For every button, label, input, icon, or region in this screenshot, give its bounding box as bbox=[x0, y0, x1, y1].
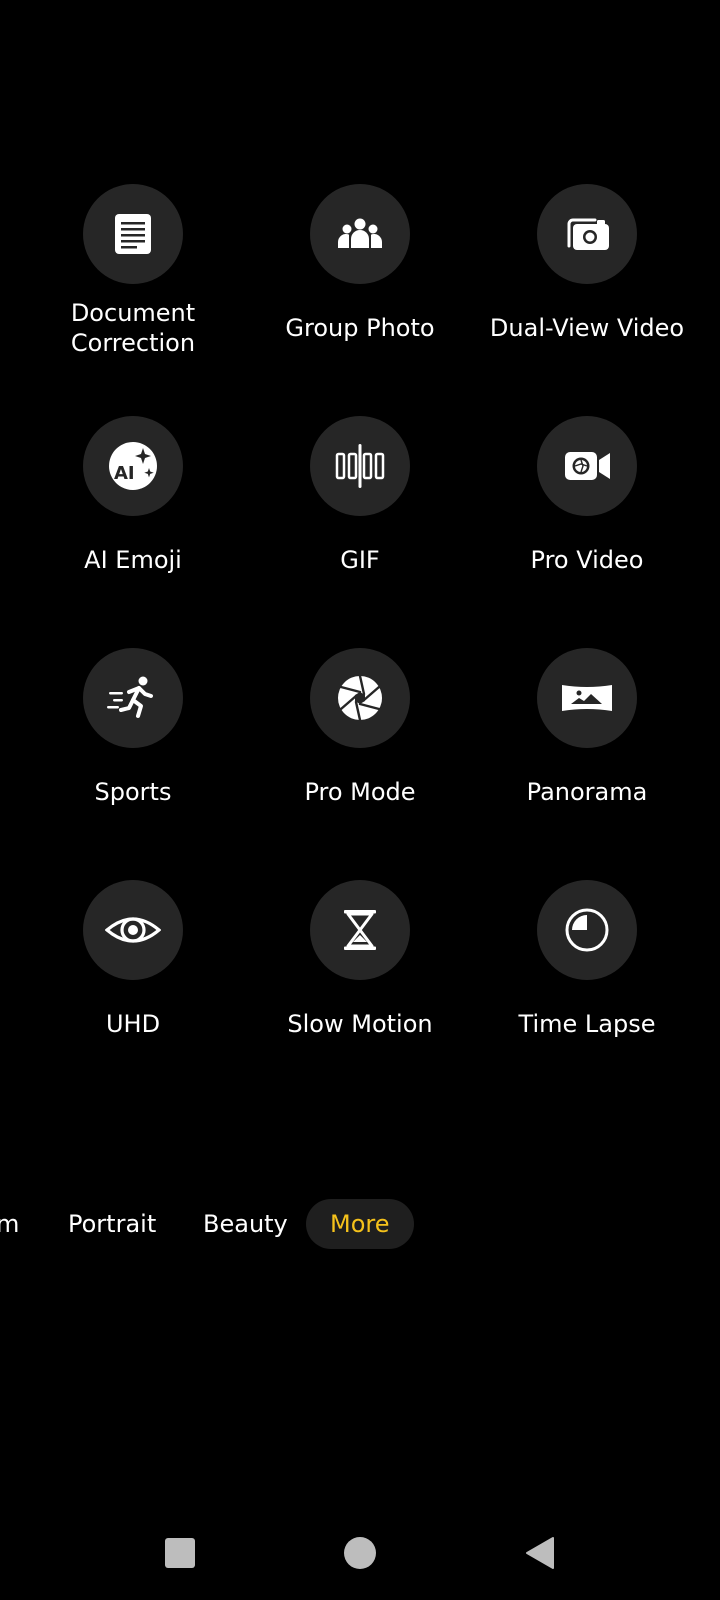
mode-label: Pro Video bbox=[530, 546, 644, 574]
system-navigation-bar bbox=[0, 1520, 720, 1586]
dual-camera-icon bbox=[567, 218, 609, 250]
ai-emoji-icon: AI bbox=[109, 442, 157, 490]
mode-label: Panorama bbox=[526, 778, 648, 806]
square-icon bbox=[165, 1538, 195, 1568]
modes-row-1: Document Correction Group Photo Dual-Vie… bbox=[0, 184, 720, 384]
clock-icon bbox=[565, 908, 609, 952]
mode-icon-circle bbox=[537, 184, 637, 284]
mode-tab-portrait[interactable]: Portrait bbox=[68, 1199, 156, 1249]
panorama-landscape-icon bbox=[562, 685, 612, 711]
triangle-back-icon bbox=[526, 1537, 554, 1569]
mode-tab-more[interactable]: More bbox=[306, 1199, 414, 1249]
mode-icon-circle bbox=[310, 648, 410, 748]
mode-ai-emoji[interactable]: AI AI Emoji bbox=[20, 416, 246, 616]
mode-uhd[interactable]: UHD bbox=[20, 880, 246, 1080]
svg-text:AI: AI bbox=[114, 463, 135, 484]
mode-icon-circle: AI bbox=[83, 416, 183, 516]
group-people-icon bbox=[338, 218, 382, 248]
aperture-icon bbox=[338, 674, 382, 722]
mode-time-lapse[interactable]: Time Lapse bbox=[474, 880, 700, 1080]
recents-button[interactable] bbox=[147, 1520, 213, 1586]
mode-gif[interactable]: GIF bbox=[247, 416, 473, 616]
camera-more-modes-screen: Document Correction Group Photo Dual-Vie… bbox=[0, 0, 720, 1600]
document-icon bbox=[115, 214, 151, 254]
back-button[interactable] bbox=[507, 1520, 573, 1586]
mode-icon-circle bbox=[310, 416, 410, 516]
mode-label: Pro Mode bbox=[304, 778, 416, 806]
mode-tab-beauty[interactable]: Beauty bbox=[203, 1199, 288, 1249]
mode-label: UHD bbox=[105, 1010, 161, 1038]
modes-row-2: AI AI Emoji GIF Pro Video bbox=[0, 416, 720, 616]
gif-frames-icon bbox=[335, 444, 385, 488]
mode-icon-circle bbox=[83, 184, 183, 284]
modes-row-4: UHD Slow Motion Time Lapse bbox=[0, 880, 720, 1080]
mode-sports[interactable]: Sports bbox=[20, 648, 246, 848]
mode-label: Slow Motion bbox=[287, 1010, 433, 1038]
camera-mode-bar: m Portrait Beauty More bbox=[0, 1199, 720, 1249]
mode-label: Group Photo bbox=[285, 314, 435, 342]
mode-label: Dual-View Video bbox=[489, 314, 685, 342]
mode-icon-circle bbox=[537, 648, 637, 748]
home-button[interactable] bbox=[327, 1520, 393, 1586]
mode-label: Sports bbox=[94, 778, 172, 806]
mode-label: GIF bbox=[340, 546, 380, 574]
modes-row-3: Sports Pro Mode Panorama bbox=[0, 648, 720, 848]
mode-label: Time Lapse bbox=[518, 1010, 656, 1038]
mode-slow-motion[interactable]: Slow Motion bbox=[247, 880, 473, 1080]
mode-label: Document Correction bbox=[70, 299, 196, 357]
mode-group-photo[interactable]: Group Photo bbox=[247, 184, 473, 384]
mode-icon-circle bbox=[83, 648, 183, 748]
mode-icon-circle bbox=[537, 880, 637, 980]
mode-panorama[interactable]: Panorama bbox=[474, 648, 700, 848]
mode-pro-video[interactable]: Pro Video bbox=[474, 416, 700, 616]
mode-dual-view-video[interactable]: Dual-View Video bbox=[474, 184, 700, 384]
mode-icon-circle bbox=[83, 880, 183, 980]
mode-tab-partial[interactable]: m bbox=[0, 1199, 19, 1249]
mode-icon-circle bbox=[537, 416, 637, 516]
hourglass-icon bbox=[344, 910, 376, 950]
running-person-icon bbox=[107, 676, 153, 718]
mode-icon-circle bbox=[310, 184, 410, 284]
mode-icon-circle bbox=[310, 880, 410, 980]
mode-document-correction[interactable]: Document Correction bbox=[20, 184, 246, 384]
circle-icon bbox=[344, 1537, 376, 1569]
video-camera-icon bbox=[565, 452, 610, 480]
mode-label: AI Emoji bbox=[84, 546, 182, 574]
mode-pro-mode[interactable]: Pro Mode bbox=[247, 648, 473, 848]
eye-icon bbox=[105, 917, 161, 943]
